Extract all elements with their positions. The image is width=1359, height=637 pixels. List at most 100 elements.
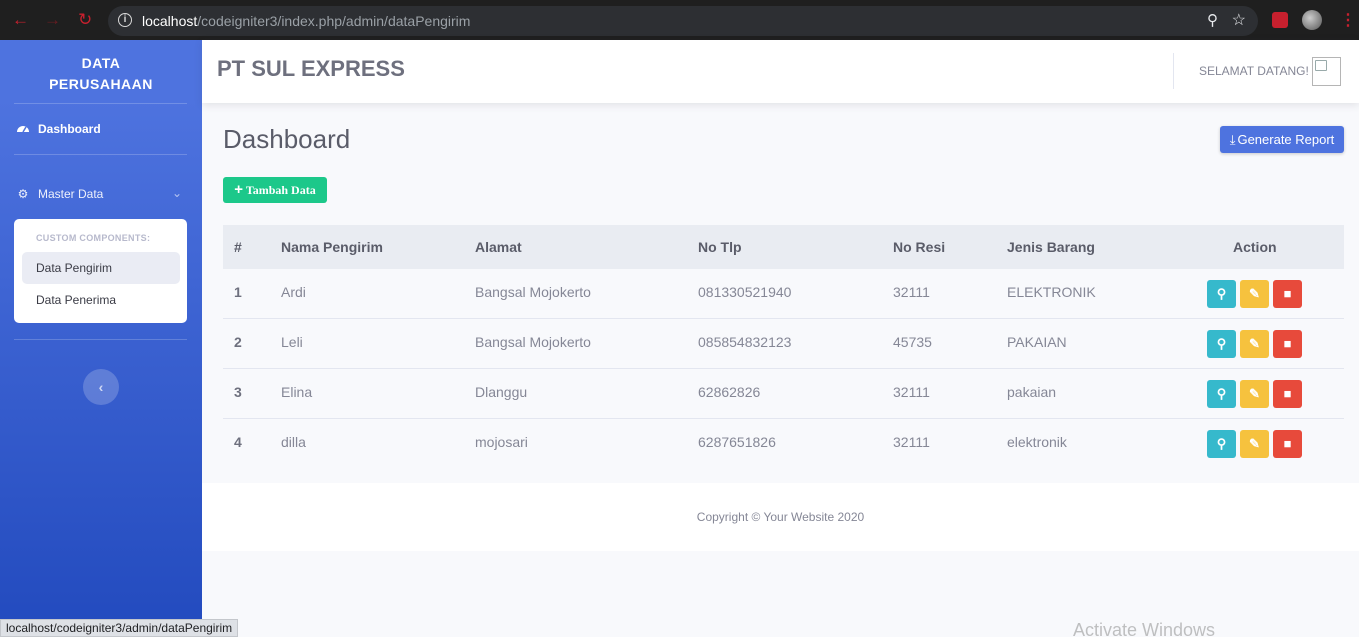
delete-button[interactable]: ■ xyxy=(1273,330,1302,358)
cell-alamat: Bangsal Mojokerto xyxy=(475,334,591,350)
table-header: # Nama Pengirim Alamat No Tlp No Resi Je… xyxy=(223,225,1344,269)
browser-menu-icon[interactable]: ⋮ xyxy=(1340,10,1356,30)
tambah-data-label: Tambah Data xyxy=(245,183,316,197)
cell-number: 2 xyxy=(234,334,242,350)
delete-button[interactable]: ■ xyxy=(1273,430,1302,458)
copyright-text: Copyright © Your Website 2020 xyxy=(696,510,865,524)
cell-nama: Leli xyxy=(281,334,303,350)
cell-no-resi: 32111 xyxy=(893,384,930,400)
cell-no-tlp: 6287651826 xyxy=(698,434,776,450)
chevron-left-icon: ‹ xyxy=(98,379,104,395)
browser-toolbar: ← → ↻ i localhost/codeigniter3/index.php… xyxy=(0,0,1359,40)
brand-line-1: DATA xyxy=(81,55,121,71)
page-title: Dashboard xyxy=(223,124,351,154)
plus-icon: + xyxy=(234,181,244,198)
cell-alamat: mojosari xyxy=(475,434,528,450)
bookmark-star-icon[interactable]: ☆ xyxy=(1232,10,1246,30)
cell-no-tlp: 62862826 xyxy=(698,384,761,400)
cell-number: 4 xyxy=(234,434,242,450)
search-icon: ⚲ xyxy=(1216,286,1227,301)
address-url[interactable]: localhost/codeigniter3/index.php/admin/d… xyxy=(142,13,470,29)
generate-report-button[interactable]: ⤓ Generate Report xyxy=(1220,126,1344,153)
download-icon: ⤓ xyxy=(1229,132,1236,147)
edit-icon: ✎ xyxy=(1249,336,1260,351)
trash-icon: ■ xyxy=(1283,436,1292,451)
status-bar-url: localhost/codeigniter3/admin/dataPengiri… xyxy=(0,619,239,637)
sidebar-toggle-button[interactable]: ‹ xyxy=(83,369,119,405)
footer: Copyright © Your Website 2020 xyxy=(202,483,1359,551)
column-header-nama[interactable]: Nama Pengirim xyxy=(281,239,383,255)
view-button[interactable]: ⚲ xyxy=(1207,430,1236,458)
table-row: 2 Leli Bangsal Mojokerto 085854832123 45… xyxy=(223,319,1344,369)
column-header-alamat[interactable]: Alamat xyxy=(475,239,522,255)
cog-icon: ⚙ xyxy=(17,187,29,201)
topbar: PT SUL EXPRESS SELAMAT DATANG! xyxy=(202,40,1359,103)
view-button[interactable]: ⚲ xyxy=(1207,380,1236,408)
cell-no-tlp: 081330521940 xyxy=(698,284,792,300)
delete-button[interactable]: ■ xyxy=(1273,380,1302,408)
search-icon: ⚲ xyxy=(1216,386,1227,401)
search-icon: ⚲ xyxy=(1216,336,1227,351)
delete-button[interactable]: ■ xyxy=(1273,280,1302,308)
profile-avatar[interactable] xyxy=(1302,10,1322,30)
brand-line-2: PERUSAHAAN xyxy=(49,76,153,92)
edit-icon: ✎ xyxy=(1249,286,1260,301)
tambah-data-button[interactable]: + Tambah Data xyxy=(223,177,327,203)
cell-nama: dilla xyxy=(281,434,306,450)
trash-icon: ■ xyxy=(1283,386,1292,401)
submenu-item-data-pengirim[interactable]: Data Pengirim xyxy=(22,252,180,284)
address-bar[interactable]: i localhost/codeigniter3/index.php/admin… xyxy=(108,6,1258,36)
cell-jenis-barang: PAKAIAN xyxy=(1007,334,1067,350)
generate-report-label: Generate Report xyxy=(1237,132,1335,147)
edit-icon: ✎ xyxy=(1249,386,1260,401)
cell-jenis-barang: elektronik xyxy=(1007,434,1067,450)
chevron-down-icon[interactable]: ⌄ xyxy=(172,186,182,200)
user-profile-image[interactable] xyxy=(1312,57,1341,86)
column-header-number[interactable]: # xyxy=(234,239,242,255)
cell-jenis-barang: pakaian xyxy=(1007,384,1057,400)
cell-no-resi: 45735 xyxy=(893,334,932,350)
submenu-header: CUSTOM COMPONENTS: xyxy=(36,233,151,243)
column-header-jenis-barang[interactable]: Jenis Barang xyxy=(1007,239,1095,255)
forward-arrow-icon[interactable]: → xyxy=(44,10,61,30)
table-row: 3 Elina Dlanggu 62862826 32111 pakaian ⚲… xyxy=(223,369,1344,419)
topbar-divider xyxy=(1173,53,1174,89)
table-row: 4 dilla mojosari 6287651826 32111 elektr… xyxy=(223,419,1344,469)
cell-no-resi: 32111 xyxy=(893,434,930,450)
cell-no-resi: 32111 xyxy=(893,284,930,300)
submenu-item-data-penerima[interactable]: Data Penerima xyxy=(22,284,180,316)
cell-number: 3 xyxy=(234,384,242,400)
cell-alamat: Bangsal Mojokerto xyxy=(475,284,591,300)
sidebar-brand[interactable]: DATA PERUSAHAAN xyxy=(0,53,202,95)
welcome-text[interactable]: SELAMAT DATANG! xyxy=(1199,64,1309,78)
sidebar-item-master-data[interactable]: ⚙ Master Data xyxy=(16,187,104,201)
sidebar-item-label: Master Data xyxy=(38,187,104,201)
back-arrow-icon[interactable]: ← xyxy=(12,10,29,30)
edit-button[interactable]: ✎ xyxy=(1240,380,1269,408)
sidebar-item-dashboard[interactable]: Dashboard xyxy=(16,122,101,136)
sidebar-divider xyxy=(14,339,187,340)
edit-button[interactable]: ✎ xyxy=(1240,430,1269,458)
cell-nama: Elina xyxy=(281,384,313,400)
edit-button[interactable]: ✎ xyxy=(1240,280,1269,308)
reload-icon[interactable]: ↻ xyxy=(78,10,92,30)
column-header-no-resi[interactable]: No Resi xyxy=(893,239,945,255)
trash-icon: ■ xyxy=(1283,336,1292,351)
zoom-icon[interactable]: ⚲ xyxy=(1207,11,1218,29)
extension-icon[interactable] xyxy=(1272,12,1288,28)
column-header-no-tlp[interactable]: No Tlp xyxy=(698,239,742,255)
info-icon[interactable]: i xyxy=(118,13,132,27)
sidebar-divider xyxy=(14,103,187,104)
sidebar-item-label: Dashboard xyxy=(38,122,101,136)
tachometer-icon xyxy=(16,122,30,136)
column-header-action: Action xyxy=(1233,239,1277,255)
view-button[interactable]: ⚲ xyxy=(1207,280,1236,308)
edit-icon: ✎ xyxy=(1249,436,1260,451)
cell-alamat: Dlanggu xyxy=(475,384,528,400)
cell-nama: Ardi xyxy=(281,284,306,300)
view-button[interactable]: ⚲ xyxy=(1207,330,1236,358)
cell-no-tlp: 085854832123 xyxy=(698,334,792,350)
sidebar-divider xyxy=(14,154,187,155)
edit-button[interactable]: ✎ xyxy=(1240,330,1269,358)
cell-jenis-barang: ELEKTRONIK xyxy=(1007,284,1096,300)
